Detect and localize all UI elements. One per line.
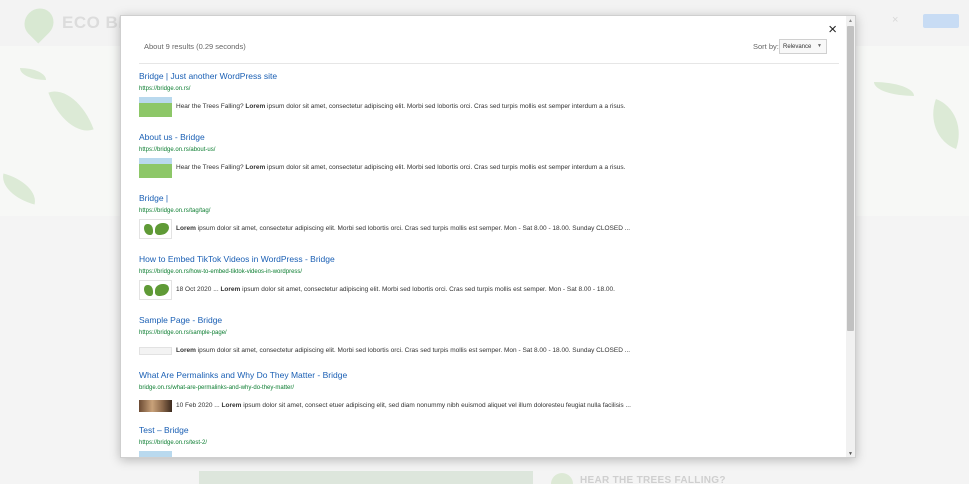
search-result: Bridge | Just another WordPress site htt… (139, 70, 839, 131)
result-snippet: 10 Feb 2020 ... Lorem ipsum dolor sit am… (176, 402, 631, 409)
search-result: Test – Bridge https://bridge.on.rs/test-… (139, 424, 839, 457)
results-list: Bridge | Just another WordPress site htt… (139, 70, 839, 457)
result-title-link[interactable]: Bridge | Just another WordPress site (139, 70, 839, 82)
leaf-decoration (874, 82, 914, 96)
scroll-up-icon[interactable]: ▲ (848, 18, 853, 24)
search-result: Sample Page - Bridge https://bridge.on.r… (139, 314, 839, 369)
world-map-thumbnail[interactable] (139, 219, 172, 239)
grass-thumbnail[interactable] (139, 451, 172, 457)
result-snippet: Lorem ipsum dolor sit amet, consectetur … (176, 225, 631, 232)
sort-value: Relevance (783, 44, 812, 50)
result-url: https://bridge.on.rs/about-us/ (139, 147, 216, 153)
scrollbar[interactable]: ▲ ▼ (846, 16, 855, 457)
sort-label: Sort by: (753, 42, 779, 51)
result-title-link[interactable]: About us - Bridge (139, 131, 839, 143)
result-snippet: Lorem ipsum dolor sit amet, consectetur … (176, 347, 631, 354)
result-url: https://bridge.on.rs/ (139, 86, 191, 92)
grass-thumbnail[interactable] (139, 97, 172, 117)
search-result: About us - Bridge https://bridge.on.rs/a… (139, 131, 839, 192)
result-url: https://bridge.on.rs/sample-page/ (139, 330, 227, 336)
result-snippet: Hear the Trees Falling? Lorem ipsum dolo… (176, 164, 626, 171)
result-snippet: Hear the Trees Falling? Lorem ipsum dolo… (176, 103, 626, 110)
result-url: https://bridge.on.rs/test-2/ (139, 440, 208, 446)
scrollbar-thumb[interactable] (847, 26, 854, 331)
scroll-down-icon[interactable]: ▼ (848, 451, 853, 457)
result-title-link[interactable]: How to Embed TikTok Videos in WordPress … (139, 253, 839, 265)
result-url: https://bridge.on.rs/how-to-embed-tiktok… (139, 269, 303, 275)
result-snippet: 18 Oct 2020 ... Lorem ipsum dolor sit am… (176, 286, 615, 293)
leaf-decoration (0, 173, 41, 205)
result-title-link[interactable]: Bridge | (139, 192, 839, 204)
result-title-link[interactable]: Test – Bridge (139, 424, 839, 436)
leaf-decoration (922, 99, 969, 149)
search-result: How to Embed TikTok Videos in WordPress … (139, 253, 839, 314)
leaf-decoration (48, 82, 94, 140)
search-result: Bridge | https://bridge.on.rs/tag/tag/ L… (139, 192, 839, 253)
section-heading: HEAR THE TREES FALLING? (580, 475, 726, 484)
search-results-modal: × About 9 results (0.29 seconds) Sort by… (120, 15, 856, 458)
sort-dropdown[interactable]: Relevance ▼ (779, 39, 827, 54)
search-button (923, 14, 959, 28)
result-url: https://bridge.on.rs/tag/tag/ (139, 208, 211, 214)
result-title-link[interactable]: What Are Permalinks and Why Do They Matt… (139, 369, 839, 381)
content-card (199, 471, 533, 484)
leaf-decoration (20, 68, 46, 80)
grass-thumbnail[interactable] (139, 158, 172, 178)
divider (139, 63, 839, 64)
result-title-link[interactable]: Sample Page - Bridge (139, 314, 839, 326)
chevron-down-icon: ▼ (817, 43, 822, 49)
result-url: bridge.on.rs/what-are-permalinks-and-why… (139, 385, 295, 391)
leaf-logo-icon (18, 2, 60, 44)
close-icon[interactable]: × (828, 22, 837, 37)
photo-thumbnail[interactable] (139, 400, 172, 412)
search-clear-icon: × (892, 14, 899, 26)
world-map-thumbnail[interactable] (139, 280, 172, 300)
results-info: About 9 results (0.29 seconds) (144, 42, 246, 51)
search-result: What Are Permalinks and Why Do They Matt… (139, 369, 839, 424)
blank-thumbnail[interactable] (139, 347, 172, 355)
